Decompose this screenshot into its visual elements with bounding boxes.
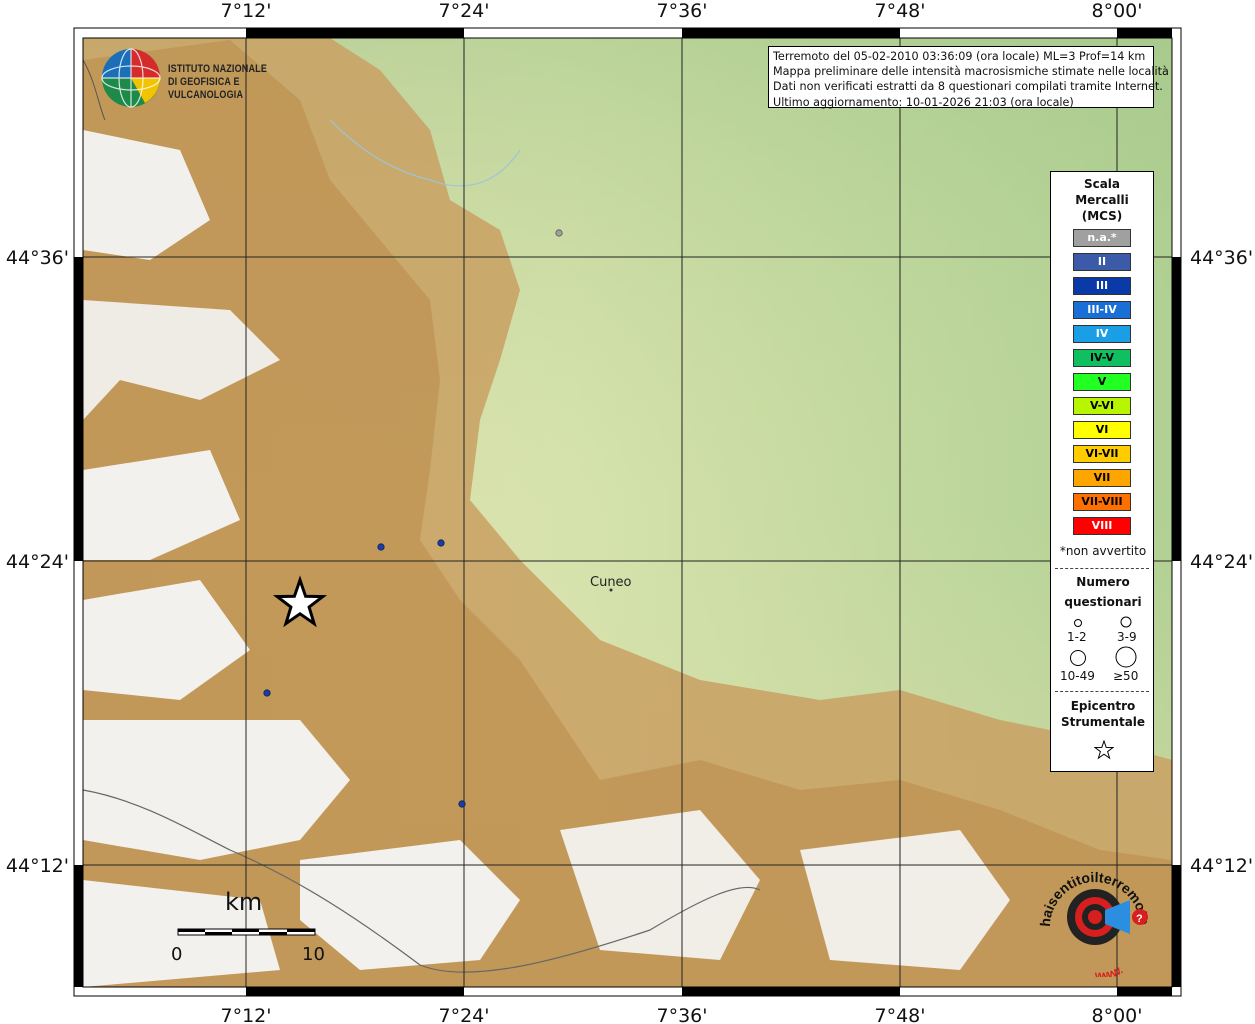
right-latitude-label: 44°12': [1190, 855, 1253, 877]
left-latitude-labels: 44°36' 44°24' 44°12': [6, 247, 69, 877]
bottom-longitude-label: 8°00': [1092, 1005, 1143, 1024]
size-label-3: 10-49: [1060, 669, 1095, 683]
top-longitude-label: 8°00': [1092, 0, 1143, 22]
size-symbol-small: [1074, 619, 1082, 627]
scale-unit-label: km: [225, 888, 263, 916]
intensity-legend: Scala Mercalli (MCS) n.a.* II III III-IV IV I…: [1050, 171, 1154, 772]
logo-line-2: DI GEOFISICA E VULCANOLOGIA: [168, 76, 244, 101]
legend-item: II: [1073, 253, 1131, 271]
top-longitude-label: 7°24': [439, 0, 490, 22]
legend-title: Scala Mercalli (MCS): [1051, 176, 1153, 224]
observation-point-ii[interactable]: [437, 539, 445, 547]
event-info-line-2: Mappa preliminare delle intensità macros…: [773, 65, 1169, 79]
legend-item: IV-V: [1073, 349, 1131, 367]
legend-item: VIII: [1073, 517, 1131, 535]
left-latitude-label: 44°36': [6, 247, 69, 269]
epicenter-title-line-1: Epicentro: [1070, 699, 1136, 713]
legend-item: VII: [1073, 469, 1131, 487]
event-info-line-3: Dati non verificati estratti da 8 questi…: [773, 80, 1163, 94]
legend-separator: [1055, 691, 1149, 692]
observation-point-ii[interactable]: [263, 689, 271, 697]
svg-text:?: ?: [1136, 913, 1143, 925]
globe-logo-icon: [101, 48, 161, 108]
event-info-line-4: Ultimo aggiornamento: 10-01-2026 21:03 (…: [773, 95, 1074, 109]
legend-item: V-VI: [1073, 397, 1131, 415]
bottom-longitude-label: 7°12': [221, 1005, 272, 1024]
event-info-box: Terremoto del 05-02-2010 03:36:09 (ora l…: [768, 46, 1169, 109]
epicenter-title-line-2: Strumentale: [1060, 715, 1146, 729]
legend-item: VI-VII: [1073, 445, 1131, 463]
size-label-4: ≥50: [1113, 669, 1139, 683]
observation-point-ii[interactable]: [458, 800, 466, 808]
size-label-1: 1-2: [1067, 630, 1087, 644]
right-latitude-label: 44°24': [1190, 551, 1253, 573]
legend-item: III: [1073, 277, 1131, 295]
legend-title-line-3: (MCS): [1081, 209, 1123, 223]
epicenter-legend-star-icon: [1094, 740, 1114, 760]
legend-item: n.a.*: [1073, 229, 1131, 247]
size-symbol-xlarge: [1115, 646, 1137, 668]
legend-item: IV: [1073, 325, 1131, 343]
brand-logo-icon: haisentitoilterremoto.it ? WWW.: [1028, 849, 1153, 983]
logo-text: ISTITUTO NAZIONALE DI GEOFISICA E VULCAN…: [168, 63, 301, 102]
scale-end-label: 10: [302, 944, 325, 965]
event-info-line-1: Terremoto del 05-02-2010 03:36:09 (ora l…: [773, 50, 1146, 63]
size-label-2: 3-9: [1117, 630, 1137, 644]
ingv-logo: ISTITUTO NAZIONALE DI GEOFISICA E VULCAN…: [100, 47, 330, 109]
left-latitude-label: 44°12': [6, 855, 69, 877]
top-longitude-label: 7°36': [657, 0, 708, 22]
size-symbol-medium: [1120, 616, 1132, 628]
brand-url-text: WWW.: [1095, 965, 1126, 982]
logo-line-1: ISTITUTO NAZIONALE: [168, 63, 268, 75]
bottom-longitude-label: 7°24': [439, 1005, 490, 1024]
bottom-longitude-label: 7°48': [875, 1005, 926, 1024]
bottom-longitude-labels: 7°12' 7°24' 7°36' 7°48' 8°00': [221, 1005, 1143, 1024]
left-latitude-label: 44°24': [6, 551, 69, 573]
size-symbol-large: [1070, 650, 1086, 666]
legend-item: VI: [1073, 421, 1131, 439]
count-title-line-1: Numero: [1076, 575, 1130, 589]
legend-item: III-IV: [1073, 301, 1131, 319]
legend-item: VII-VIII: [1073, 493, 1131, 511]
brand-logo: haisentitoilterremoto.it ? WWW.: [1028, 849, 1160, 983]
legend-title-line-1: Scala: [1083, 177, 1121, 191]
svg-text:WWW.: WWW.: [1095, 965, 1126, 977]
observation-point-ii[interactable]: [377, 543, 385, 551]
scale-bar: [177, 928, 316, 936]
top-longitude-label: 7°12': [221, 0, 272, 22]
top-longitude-label: 7°48': [875, 0, 926, 22]
legend-title-line-2: Mercalli: [1075, 193, 1129, 207]
bottom-longitude-label: 7°36': [657, 1005, 708, 1024]
observation-point-na[interactable]: [555, 229, 563, 237]
right-latitude-label: 44°36': [1190, 247, 1253, 269]
legend-separator: [1055, 568, 1149, 569]
legend-item: V: [1073, 373, 1131, 391]
legend-note: *non avvertito: [1059, 544, 1147, 558]
count-title-line-2: questionari: [1064, 595, 1142, 609]
city-label: Cuneo: [590, 575, 632, 590]
top-longitude-labels: 7°12' 7°24' 7°36' 7°48' 8°00': [221, 0, 1143, 22]
scale-start-label: 0: [171, 944, 183, 965]
right-latitude-labels: 44°36' 44°24' 44°12': [1190, 247, 1253, 877]
